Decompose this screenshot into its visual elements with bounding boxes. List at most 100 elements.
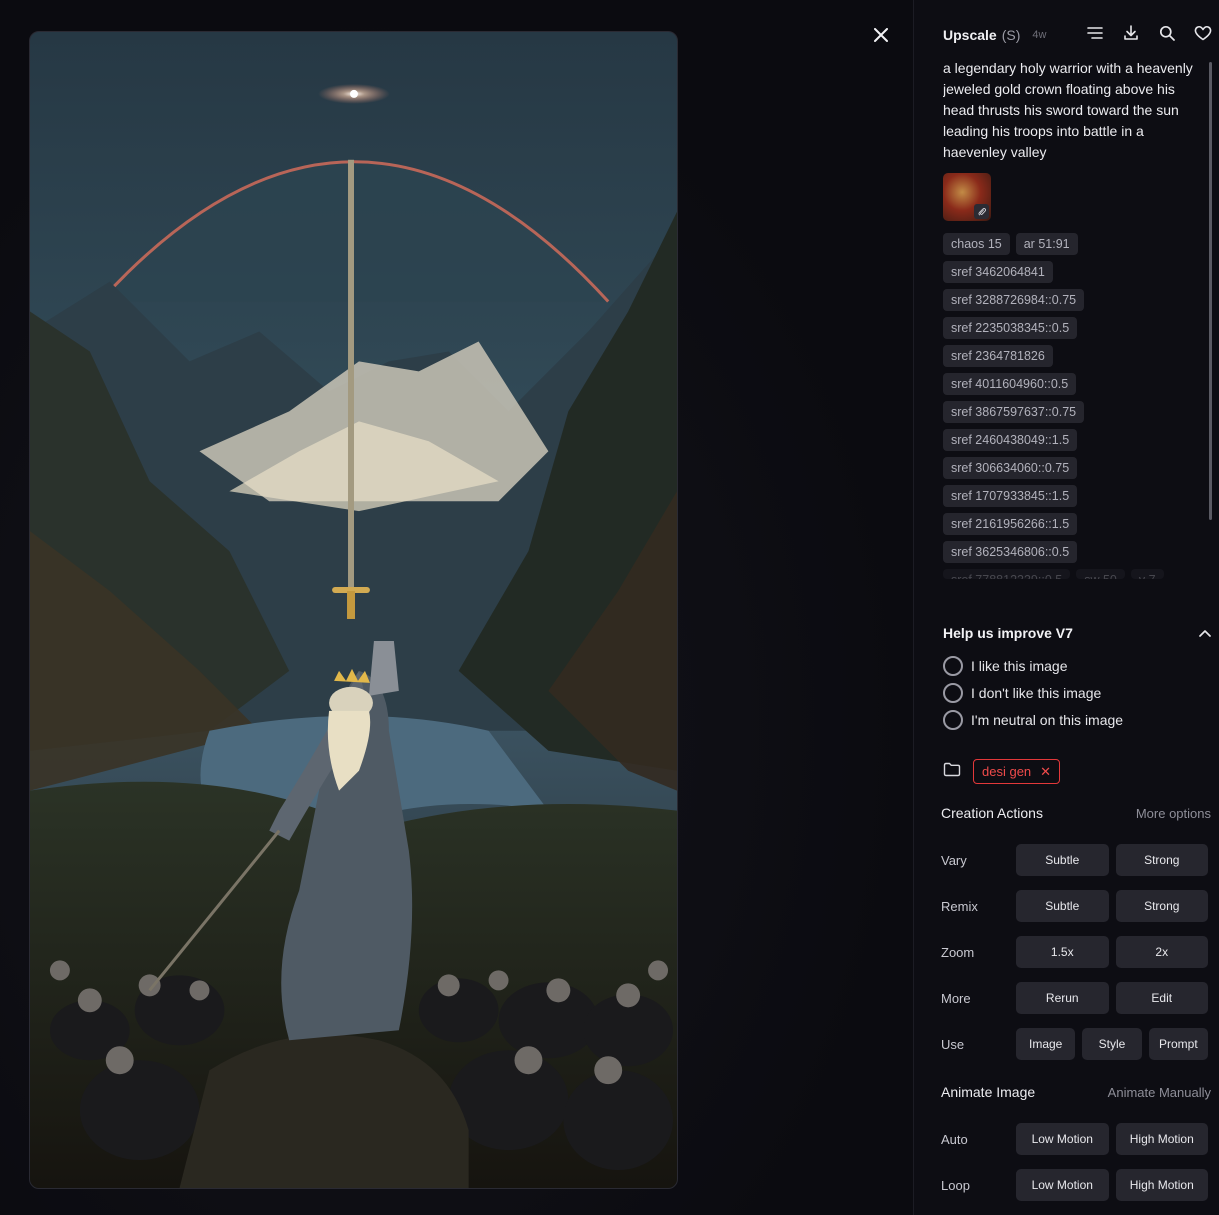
more-edit-button[interactable]: Edit	[1115, 982, 1208, 1014]
zoom-2x-button[interactable]: 2x	[1115, 936, 1208, 968]
creation-actions-header: Creation Actions More options	[941, 805, 1211, 821]
feedback-option-neutral[interactable]: I'm neutral on this image	[943, 706, 1213, 733]
job-age: 4w	[1032, 29, 1047, 41]
more-rerun-button[interactable]: Rerun	[1016, 982, 1109, 1014]
use-image-button[interactable]: Image	[1016, 1028, 1076, 1060]
parameter-chip[interactable]: sref 2161956266::1.5	[943, 513, 1078, 535]
creation-actions-title: Creation Actions	[941, 805, 1043, 821]
parameter-chip-row: sref 3625346806::0.5	[943, 541, 1203, 563]
parameter-chip-row: chaos 15 ar 51:91	[943, 233, 1203, 255]
remix-strong-button[interactable]: Strong	[1115, 890, 1208, 922]
parameter-chip[interactable]: v 7	[1130, 569, 1164, 579]
parameter-chip[interactable]: sref 306634060::0.75	[943, 457, 1078, 479]
parameter-chip[interactable]: sref 2235038345::0.5	[943, 317, 1078, 339]
link-icon	[974, 204, 989, 219]
parameter-chip-row: sref 2460438049::1.5	[943, 429, 1203, 451]
parameter-chip[interactable]: sref 3462064841	[943, 261, 1053, 283]
parameter-chip[interactable]: ar 51:91	[1015, 233, 1078, 255]
parameter-chip[interactable]: sref 4011604960::0.5	[943, 373, 1077, 395]
chevron-up-icon[interactable]	[1197, 625, 1213, 641]
parameter-chip-row: sref 3288726984::0.75	[943, 289, 1203, 311]
artwork-warrior-valley	[30, 32, 677, 1188]
job-type-title: Upscale	[943, 27, 997, 43]
action-row-label: Auto	[941, 1131, 968, 1147]
loop-low-motion-button[interactable]: Low Motion	[1016, 1169, 1109, 1201]
job-type-subtitle: (S)	[1001, 27, 1021, 43]
scrollbar[interactable]	[1209, 62, 1212, 520]
action-row-loop: Loop Low Motion High Motion	[941, 1169, 1211, 1201]
image-viewer	[0, 0, 913, 1215]
parameter-chip[interactable]: chaos 15	[943, 233, 1010, 255]
action-row-vary: Vary Subtle Strong	[941, 844, 1211, 876]
close-button[interactable]	[866, 20, 896, 50]
parameter-chip-row: sref 778812339::0.5 sw 50 v 7	[943, 569, 1203, 579]
parameter-chip-row: sref 3462064841	[943, 261, 1203, 283]
close-icon	[874, 28, 888, 42]
feedback-option-label: I'm neutral on this image	[971, 711, 1124, 728]
action-row-label: Vary	[941, 852, 967, 868]
action-row-label: Zoom	[941, 944, 975, 960]
zoom-1-5x-button[interactable]: 1.5x	[1016, 936, 1109, 968]
parameter-chip[interactable]: sref 2460438049::1.5	[943, 429, 1078, 451]
heart-icon[interactable]	[1193, 23, 1213, 43]
parameter-chip[interactable]: sref 3625346806::0.5	[943, 541, 1078, 563]
action-row-more: More Rerun Edit	[941, 982, 1211, 1014]
action-row-label: Use	[941, 1036, 965, 1052]
vary-subtle-button[interactable]: Subtle	[1016, 844, 1109, 876]
radio-circle-icon[interactable]	[943, 682, 963, 703]
parameter-chip-row: sref 2161956266::1.5	[943, 513, 1203, 535]
more-options-link[interactable]: More options	[1136, 806, 1211, 821]
parameter-chip[interactable]: sref 778812339::0.5	[943, 569, 1071, 579]
folder-tag-label: desi gen	[982, 764, 1032, 779]
parameter-chip-row: sref 4011604960::0.5	[943, 373, 1203, 395]
feedback-option-dislike[interactable]: I don't like this image	[943, 679, 1213, 706]
radio-circle-icon[interactable]	[943, 655, 963, 676]
details-panel: Upscale (S) 4w a legendary holy warrior …	[913, 0, 1219, 1215]
action-row-remix: Remix Subtle Strong	[941, 890, 1211, 922]
use-style-button[interactable]: Style	[1082, 1028, 1142, 1060]
feedback-section: Help us improve V7 I like this image I d…	[943, 622, 1213, 733]
image-reference-thumbnail[interactable]	[943, 173, 991, 221]
parameter-chip[interactable]: sref 3288726984::0.75	[943, 289, 1085, 311]
action-row-label: Remix	[941, 898, 978, 914]
parameter-chip[interactable]: sref 3867597637::0.75	[943, 401, 1085, 423]
download-icon[interactable]	[1121, 23, 1141, 43]
auto-low-motion-button[interactable]: Low Motion	[1016, 1123, 1109, 1155]
action-row-zoom: Zoom 1.5x 2x	[941, 936, 1211, 968]
use-prompt-button[interactable]: Prompt	[1148, 1028, 1208, 1060]
feedback-option-like[interactable]: I like this image	[943, 652, 1213, 679]
feedback-option-label: I don't like this image	[971, 684, 1102, 701]
prompt-text: a legendary holy warrior with a heavenly…	[943, 60, 1193, 160]
parameter-chip-row: sref 1707933845::1.5	[943, 485, 1203, 507]
parameter-chip[interactable]: sref 2364781826	[943, 345, 1053, 367]
parameter-chips: chaos 15 ar 51:91 sref 3462064841 sref 3288…	[943, 233, 1203, 579]
folder-tag[interactable]: desi gen ✕	[973, 759, 1061, 784]
search-icon[interactable]	[1157, 23, 1177, 43]
action-row-label: Loop	[941, 1177, 970, 1193]
radio-circle-icon[interactable]	[943, 709, 963, 730]
remix-subtle-button[interactable]: Subtle	[1016, 890, 1109, 922]
feedback-title: Help us improve V7	[943, 625, 1073, 641]
action-row-label: More	[941, 990, 971, 1006]
auto-high-motion-button[interactable]: High Motion	[1115, 1123, 1208, 1155]
action-row-use: Use Image Style Prompt	[941, 1028, 1211, 1060]
panel-header: Upscale (S) 4w	[943, 24, 1213, 46]
vary-strong-button[interactable]: Strong	[1115, 844, 1208, 876]
loop-high-motion-button[interactable]: High Motion	[1115, 1169, 1208, 1201]
parameter-chip-row: sref 3867597637::0.75	[943, 401, 1203, 423]
parameter-chip-row: sref 306634060::0.75	[943, 457, 1203, 479]
prompt-scroll-area[interactable]: a legendary holy warrior with a heavenly…	[943, 58, 1203, 585]
action-row-auto: Auto Low Motion High Motion	[941, 1123, 1211, 1155]
remove-tag-icon[interactable]: ✕	[1040, 764, 1051, 780]
menu-lines-icon[interactable]	[1085, 23, 1105, 43]
animate-image-title: Animate Image	[941, 1084, 1036, 1100]
folder-row: desi gen ✕	[943, 759, 1061, 784]
generated-image[interactable]	[29, 31, 678, 1189]
parameter-chip-row: sref 2235038345::0.5	[943, 317, 1203, 339]
animate-manually-link[interactable]: Animate Manually	[1108, 1085, 1211, 1100]
parameter-chip-row: sref 2364781826	[943, 345, 1203, 367]
feedback-option-label: I like this image	[971, 657, 1068, 674]
folder-icon[interactable]	[943, 762, 961, 782]
parameter-chip[interactable]: sw 50	[1076, 569, 1125, 579]
parameter-chip[interactable]: sref 1707933845::1.5	[943, 485, 1078, 507]
